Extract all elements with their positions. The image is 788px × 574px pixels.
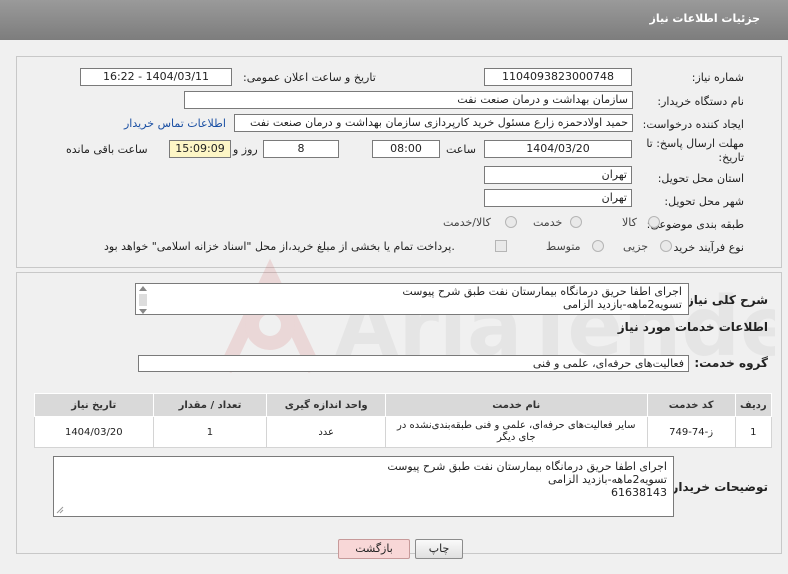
cell-row: 1 bbox=[734, 416, 773, 448]
title-bar: جزئیات اطلاعات نیاز bbox=[0, 0, 788, 40]
buyer-notes-line-3: 61638143 bbox=[611, 486, 667, 499]
buyer-label: نام دستگاه خریدار: bbox=[657, 95, 744, 108]
col-service-name: نام خدمت bbox=[384, 393, 648, 417]
deadline-label: مهلت ارسال پاسخ: تا تاریخ: bbox=[646, 137, 744, 164]
summary-label: شرح کلی نیاز: bbox=[682, 293, 768, 307]
col-row: ردیف bbox=[734, 393, 773, 417]
deadline-time-field[interactable]: 08:00 bbox=[372, 140, 440, 158]
table-row: 1 ز-74-749 سایر فعالیت‌های حرفه‌ای، علمی… bbox=[34, 416, 773, 448]
cell-quantity: 1 bbox=[152, 416, 268, 448]
need-number-field[interactable]: 1104093823000748 bbox=[484, 68, 632, 86]
need-number-label: شماره نیاز: bbox=[691, 71, 744, 84]
days-label: روز و bbox=[233, 143, 258, 156]
col-unit: واحد اندازه گیری bbox=[266, 393, 386, 417]
summary-textarea[interactable]: اجرای اطفا حریق درمانگاه بیمارستان نفت ط… bbox=[135, 283, 689, 315]
creator-label: ایجاد کننده درخواست: bbox=[642, 118, 744, 131]
buyer-field[interactable]: سازمان بهداشت و درمان صنعت نفت bbox=[184, 91, 633, 109]
remaining-label: ساعت باقی مانده bbox=[66, 143, 148, 156]
col-service-code: کد خدمت bbox=[646, 393, 736, 417]
radio-goods[interactable] bbox=[648, 216, 660, 228]
col-need-date: تاریخ نیاز bbox=[34, 393, 154, 417]
cell-service-code: ز-74-749 bbox=[646, 416, 736, 448]
category-label: طبقه بندی موضوعی: bbox=[646, 218, 744, 231]
days-field[interactable]: 8 bbox=[263, 140, 339, 158]
radio-goods-label: کالا bbox=[622, 216, 637, 229]
creator-field[interactable]: حمید اولادحمزه زارع مسئول خرید کارپردازی… bbox=[234, 114, 633, 132]
cell-unit: عدد bbox=[266, 416, 386, 448]
contact-info-link[interactable]: اطلاعات تماس خریدار bbox=[124, 117, 226, 130]
service-group-field[interactable]: فعالیت‌های حرفه‌ای، علمی و فنی bbox=[138, 355, 689, 372]
radio-service-label: خدمت bbox=[533, 216, 563, 229]
services-section-title: اطلاعات خدمات مورد نیاز bbox=[617, 320, 768, 334]
service-group-label: گروه خدمت: bbox=[694, 356, 768, 370]
cell-service-name: سایر فعالیت‌های حرفه‌ای، علمی و فنی طبقه… bbox=[384, 416, 648, 448]
province-field[interactable]: تهران bbox=[484, 166, 632, 184]
announce-label: تاریخ و ساعت اعلان عمومی: bbox=[243, 71, 376, 84]
summary-scrollbar[interactable] bbox=[137, 284, 149, 316]
back-button[interactable]: بازگشت bbox=[338, 539, 410, 559]
summary-line-2: تسویه2ماهه-بازدید الزامی bbox=[563, 298, 682, 311]
print-button[interactable]: چاپ bbox=[415, 539, 463, 559]
province-label: استان محل تحویل: bbox=[657, 172, 744, 185]
city-label: شهر محل تحویل: bbox=[664, 195, 744, 208]
summary-line-1: اجرای اطفا حریق درمانگاه بیمارستان نفت ط… bbox=[402, 285, 682, 298]
deadline-date-field[interactable]: 1404/03/20 bbox=[484, 140, 632, 158]
radio-service[interactable] bbox=[570, 216, 582, 228]
buyer-notes-textarea[interactable]: اجرای اطفا حریق درمانگاه بیمارستان نفت ط… bbox=[53, 456, 674, 517]
services-table: ردیف کد خدمت نام خدمت واحد اندازه گیری ت… bbox=[34, 393, 773, 448]
radio-goods-service-label: کالا/خدمت bbox=[443, 216, 491, 229]
buyer-notes-label: توضیحات خریدار: bbox=[666, 480, 768, 494]
resize-handle-icon[interactable] bbox=[56, 506, 64, 514]
announce-field[interactable]: 1404/03/11 - 16:22 bbox=[80, 68, 232, 86]
cell-need-date: 1404/03/20 bbox=[34, 416, 154, 448]
buyer-notes-line-1: اجرای اطفا حریق درمانگاه بیمارستان نفت ط… bbox=[387, 460, 667, 473]
buyer-notes-line-2: تسویه2ماهه-بازدید الزامی bbox=[548, 473, 667, 486]
col-quantity: تعداد / مقدار bbox=[152, 393, 268, 417]
deadline-time-label: ساعت bbox=[446, 143, 476, 156]
page-title: جزئیات اطلاعات نیاز bbox=[649, 12, 761, 25]
remaining-time-field: 15:09:09 bbox=[169, 140, 231, 158]
city-field[interactable]: تهران bbox=[484, 189, 632, 207]
radio-goods-service[interactable] bbox=[505, 216, 517, 228]
